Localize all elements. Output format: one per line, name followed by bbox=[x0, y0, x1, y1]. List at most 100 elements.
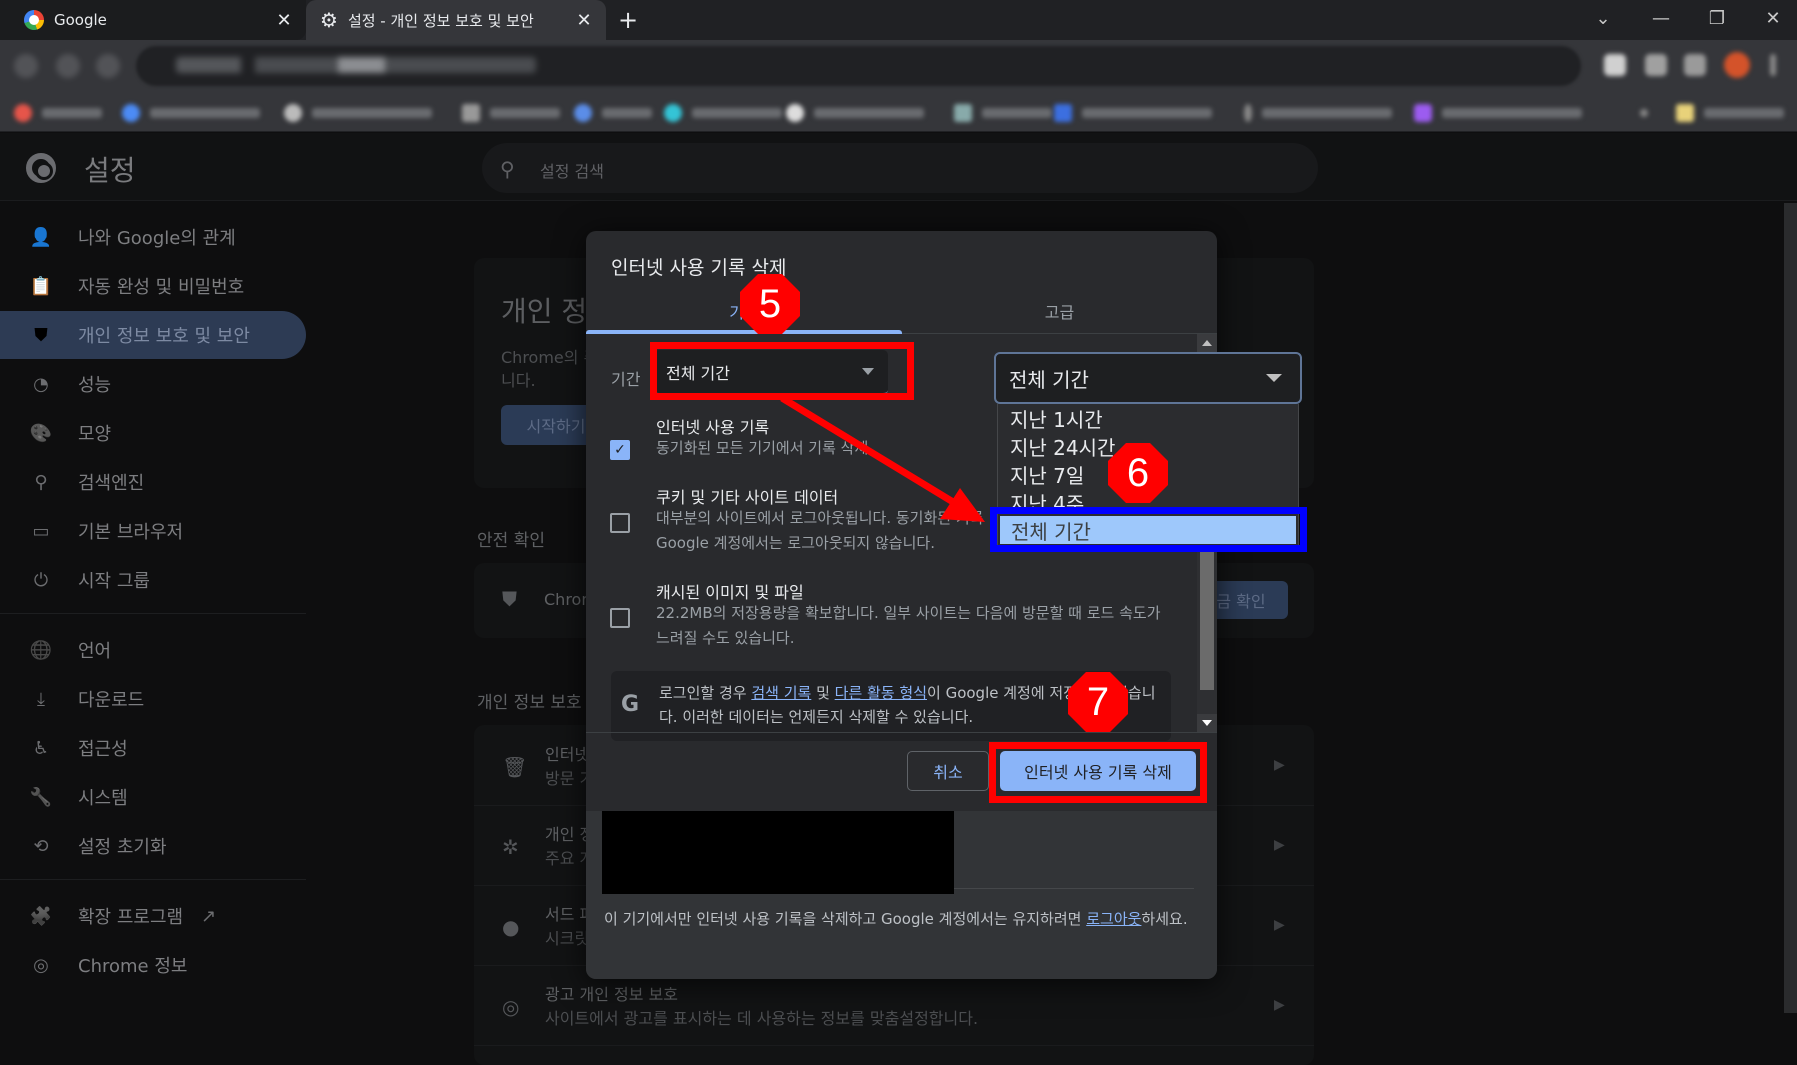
bookmark[interactable] bbox=[954, 104, 1052, 122]
extension-icon[interactable] bbox=[1645, 54, 1667, 76]
cached-files-checkbox[interactable] bbox=[610, 608, 630, 628]
search-icon: ⚲ bbox=[34, 471, 48, 493]
tab-google[interactable]: Google ✕ bbox=[0, 0, 306, 40]
sign-out-link[interactable]: 로그아웃 bbox=[1086, 910, 1141, 928]
palette-icon: 🎨 bbox=[29, 422, 53, 444]
step-6-badge: 6 bbox=[1108, 443, 1168, 503]
row-title: 인터넷 bbox=[545, 745, 590, 764]
step-6-highlight-box bbox=[990, 507, 1307, 552]
sidebar-item-label: 접근성 bbox=[78, 739, 128, 760]
privacy-section-heading: 개인 정보 보호 bbox=[477, 693, 582, 713]
address-bar[interactable] bbox=[136, 46, 1581, 86]
row-desc: 사이트에서 광고를 표시하는 데 사용하는 정보를 맞춤설정합니다. bbox=[545, 1009, 979, 1028]
privacy-guide-desc: Chrome의 주 bbox=[501, 348, 599, 367]
sidebar-item-performance[interactable]: ◔ 성능 bbox=[0, 360, 306, 408]
cookies-checkbox[interactable] bbox=[610, 513, 630, 533]
menu-kebab-icon[interactable] bbox=[1770, 54, 1776, 76]
scroll-down-arrow-icon[interactable] bbox=[1197, 714, 1217, 732]
cancel-button[interactable]: 취소 bbox=[907, 751, 989, 791]
sidebar-item-you-and-google[interactable]: 👤 나와 Google의 관계 bbox=[0, 213, 306, 261]
sidebar-item-reset-settings[interactable]: ⟲ 설정 초기화 bbox=[0, 822, 306, 870]
settings-search-input[interactable]: ⚲ 설정 검색 bbox=[482, 143, 1318, 193]
puzzle-icon: 🧩 bbox=[29, 905, 53, 927]
cookie-icon: ● bbox=[502, 915, 520, 939]
option-last-24-hours[interactable]: 지난 24시간 bbox=[1010, 432, 1115, 461]
sidebar-item-on-startup[interactable]: ⏻ 시작 그룹 bbox=[0, 556, 306, 604]
scroll-up-arrow-icon[interactable] bbox=[1197, 334, 1217, 352]
bookmark[interactable] bbox=[14, 104, 102, 122]
avatar[interactable] bbox=[1724, 52, 1750, 78]
browsing-history-checkbox[interactable]: ✓ bbox=[610, 440, 630, 460]
compass-icon: ✲ bbox=[502, 835, 519, 859]
forward-button[interactable] bbox=[56, 54, 80, 78]
sidebar-item-search-engine[interactable]: ⚲ 검색엔진 bbox=[0, 458, 306, 506]
address-text-blurred bbox=[176, 57, 536, 73]
page-scrollbar[interactable] bbox=[1784, 203, 1797, 1013]
reload-button[interactable] bbox=[96, 54, 120, 78]
globe-icon: 🌐 bbox=[29, 639, 53, 661]
restore-button[interactable]: ❐ bbox=[1692, 0, 1742, 36]
bookmarks-overflow-icon[interactable] bbox=[1640, 104, 1648, 122]
bookmark[interactable] bbox=[462, 104, 560, 122]
option-last-7-days[interactable]: 지난 7일 bbox=[1010, 460, 1084, 489]
extension-icon[interactable] bbox=[1604, 54, 1626, 76]
minimize-button[interactable]: — bbox=[1636, 0, 1686, 36]
new-tab-button[interactable]: + bbox=[614, 6, 642, 34]
shield-check-icon: ⛊ bbox=[502, 587, 517, 611]
search-history-link[interactable]: 검색 기록 bbox=[751, 684, 811, 702]
sidebar-divider bbox=[0, 613, 306, 614]
privacy-guide-title: 개인 정 bbox=[501, 295, 588, 328]
tab-strip: Google ✕ ⚙ 설정 - 개인 정보 보호 및 보안 ✕ + ⌄ — ❐ … bbox=[0, 0, 1797, 40]
power-icon: ⏻ bbox=[33, 569, 49, 591]
bookmark[interactable] bbox=[122, 104, 260, 122]
close-window-button[interactable]: ✕ bbox=[1748, 0, 1797, 36]
sidebar-item-appearance[interactable]: 🎨 모양 bbox=[0, 409, 306, 457]
bookmark[interactable] bbox=[786, 104, 924, 122]
sidebar-item-label: Chrome 정보 bbox=[78, 956, 188, 977]
chrome-logo-icon bbox=[26, 153, 56, 183]
step-5-badge: 5 bbox=[740, 274, 800, 334]
sidebar-item-extensions[interactable]: 🧩 확장 프로그램 ↗ bbox=[0, 892, 306, 940]
person-icon: 👤 bbox=[29, 226, 53, 248]
bookmark[interactable] bbox=[1414, 104, 1582, 122]
sidebar-divider bbox=[0, 879, 306, 880]
side-panel-icon[interactable] bbox=[1684, 54, 1706, 76]
sidebar-item-languages[interactable]: 🌐 언어 bbox=[0, 626, 306, 674]
tab-advanced[interactable]: 고급 bbox=[902, 291, 1217, 331]
bookmark-folder[interactable] bbox=[1676, 104, 1784, 122]
bookmark[interactable] bbox=[284, 104, 432, 122]
sidebar-item-privacy-security[interactable]: ⛊ 개인 정보 보호 및 보안 bbox=[0, 311, 306, 359]
bookmark[interactable] bbox=[1244, 104, 1392, 122]
back-button[interactable] bbox=[14, 54, 38, 78]
tab-settings[interactable]: ⚙ 설정 - 개인 정보 보호 및 보안 ✕ bbox=[306, 0, 606, 40]
bookmark[interactable] bbox=[664, 104, 782, 122]
option-last-hour[interactable]: 지난 1시간 bbox=[1010, 404, 1103, 433]
time-range-label: 기간 bbox=[611, 370, 641, 389]
sidebar-item-downloads[interactable]: ⤓ 다운로드 bbox=[0, 675, 306, 723]
accessibility-icon: ♿ bbox=[32, 737, 50, 759]
sidebar-item-label: 언어 bbox=[78, 641, 112, 662]
sidebar-item-accessibility[interactable]: ♿ 접근성 bbox=[0, 724, 306, 772]
sidebar-item-system[interactable]: 🔧 시스템 bbox=[0, 773, 306, 821]
tab-search-chevron-icon[interactable]: ⌄ bbox=[1578, 0, 1628, 36]
sidebar-item-label: 시작 그룹 bbox=[78, 571, 150, 592]
bookmark[interactable] bbox=[1054, 104, 1212, 122]
close-tab-icon[interactable]: ✕ bbox=[274, 10, 294, 31]
sign-out-note: 이 기기에서만 인터넷 사용 기록을 삭제하고 Google 계정에서는 유지하… bbox=[604, 907, 1204, 932]
wrench-icon: 🔧 bbox=[29, 786, 53, 808]
sidebar-item-autofill[interactable]: 📋 자동 완성 및 비밀번호 bbox=[0, 262, 306, 310]
bookmark[interactable] bbox=[574, 104, 652, 122]
tab-label: 설정 - 개인 정보 보호 및 보안 bbox=[347, 11, 534, 30]
sidebar-item-label: 다운로드 bbox=[78, 690, 145, 711]
close-tab-icon[interactable]: ✕ bbox=[574, 10, 594, 31]
ad-cursor-icon: ◎ bbox=[502, 995, 520, 1019]
chevron-right-icon: ▶ bbox=[1274, 757, 1285, 773]
tab-label: Google bbox=[54, 11, 107, 29]
google-g-icon: G bbox=[621, 692, 640, 717]
time-range-dropdown-open[interactable]: 전체 기간 bbox=[994, 352, 1302, 404]
sidebar-item-default-browser[interactable]: ▭ 기본 브라우저 bbox=[0, 507, 306, 555]
sidebar-item-about-chrome[interactable]: ◎ Chrome 정보 bbox=[0, 941, 306, 989]
other-activity-link[interactable]: 다른 활동 형식 bbox=[835, 684, 927, 702]
settings-sidebar: 👤 나와 Google의 관계 📋 자동 완성 및 비밀번호 ⛊ 개인 정보 보호 및… bbox=[0, 201, 310, 1063]
download-icon: ⤓ bbox=[37, 688, 45, 710]
